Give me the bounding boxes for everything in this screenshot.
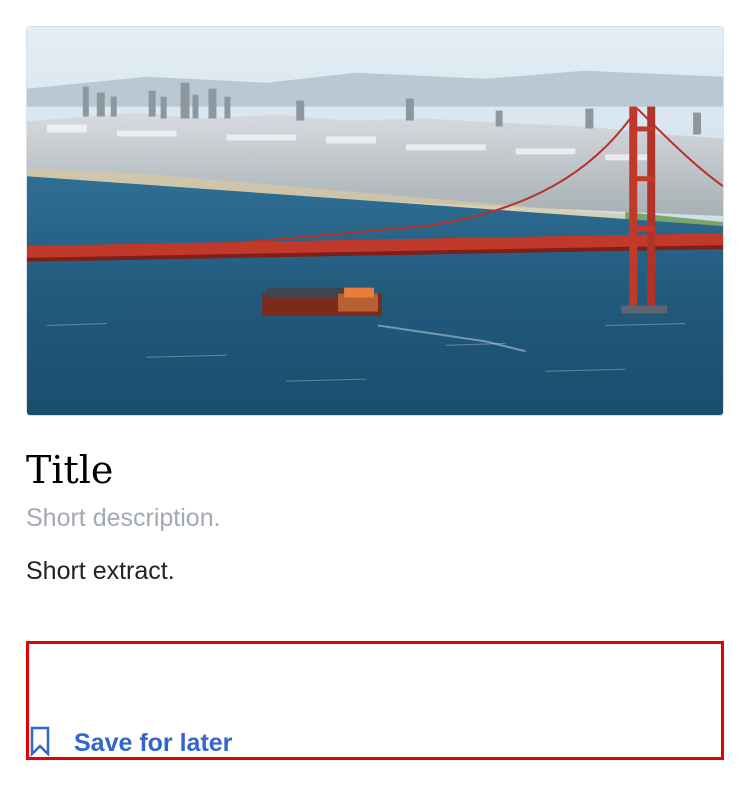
article-image-graphic: [27, 27, 723, 415]
save-for-later-label: Save for later: [74, 729, 233, 757]
article-image: [26, 26, 724, 416]
save-for-later-button[interactable]: Save for later: [30, 726, 232, 760]
article-description: Short description.: [26, 504, 221, 532]
article-card[interactable]: Title Short description. Short extract. …: [0, 0, 750, 788]
article-title: Title: [26, 448, 114, 492]
bookmark-icon: [30, 726, 50, 756]
article-extract: Short extract.: [26, 557, 175, 585]
